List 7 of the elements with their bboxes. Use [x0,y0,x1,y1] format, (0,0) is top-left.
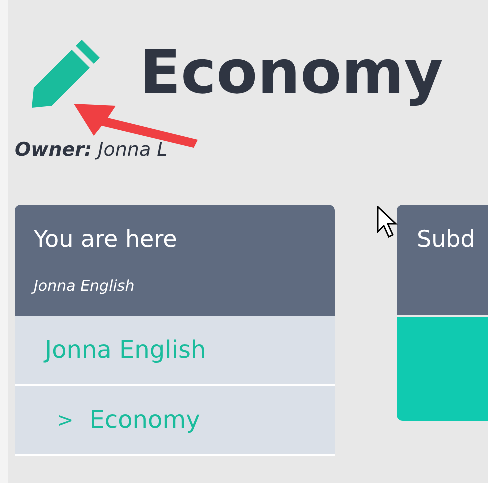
cursor-icon [377,206,399,240]
chevron-icon: > [57,404,74,434]
panel-subtitle: Jonna English [34,275,316,298]
panel-title: You are here [34,226,178,254]
owner-text: Owner: Jonna L [15,138,169,163]
breadcrumb-link[interactable]: Economy [90,402,200,438]
panel-title: Subd [417,226,476,254]
